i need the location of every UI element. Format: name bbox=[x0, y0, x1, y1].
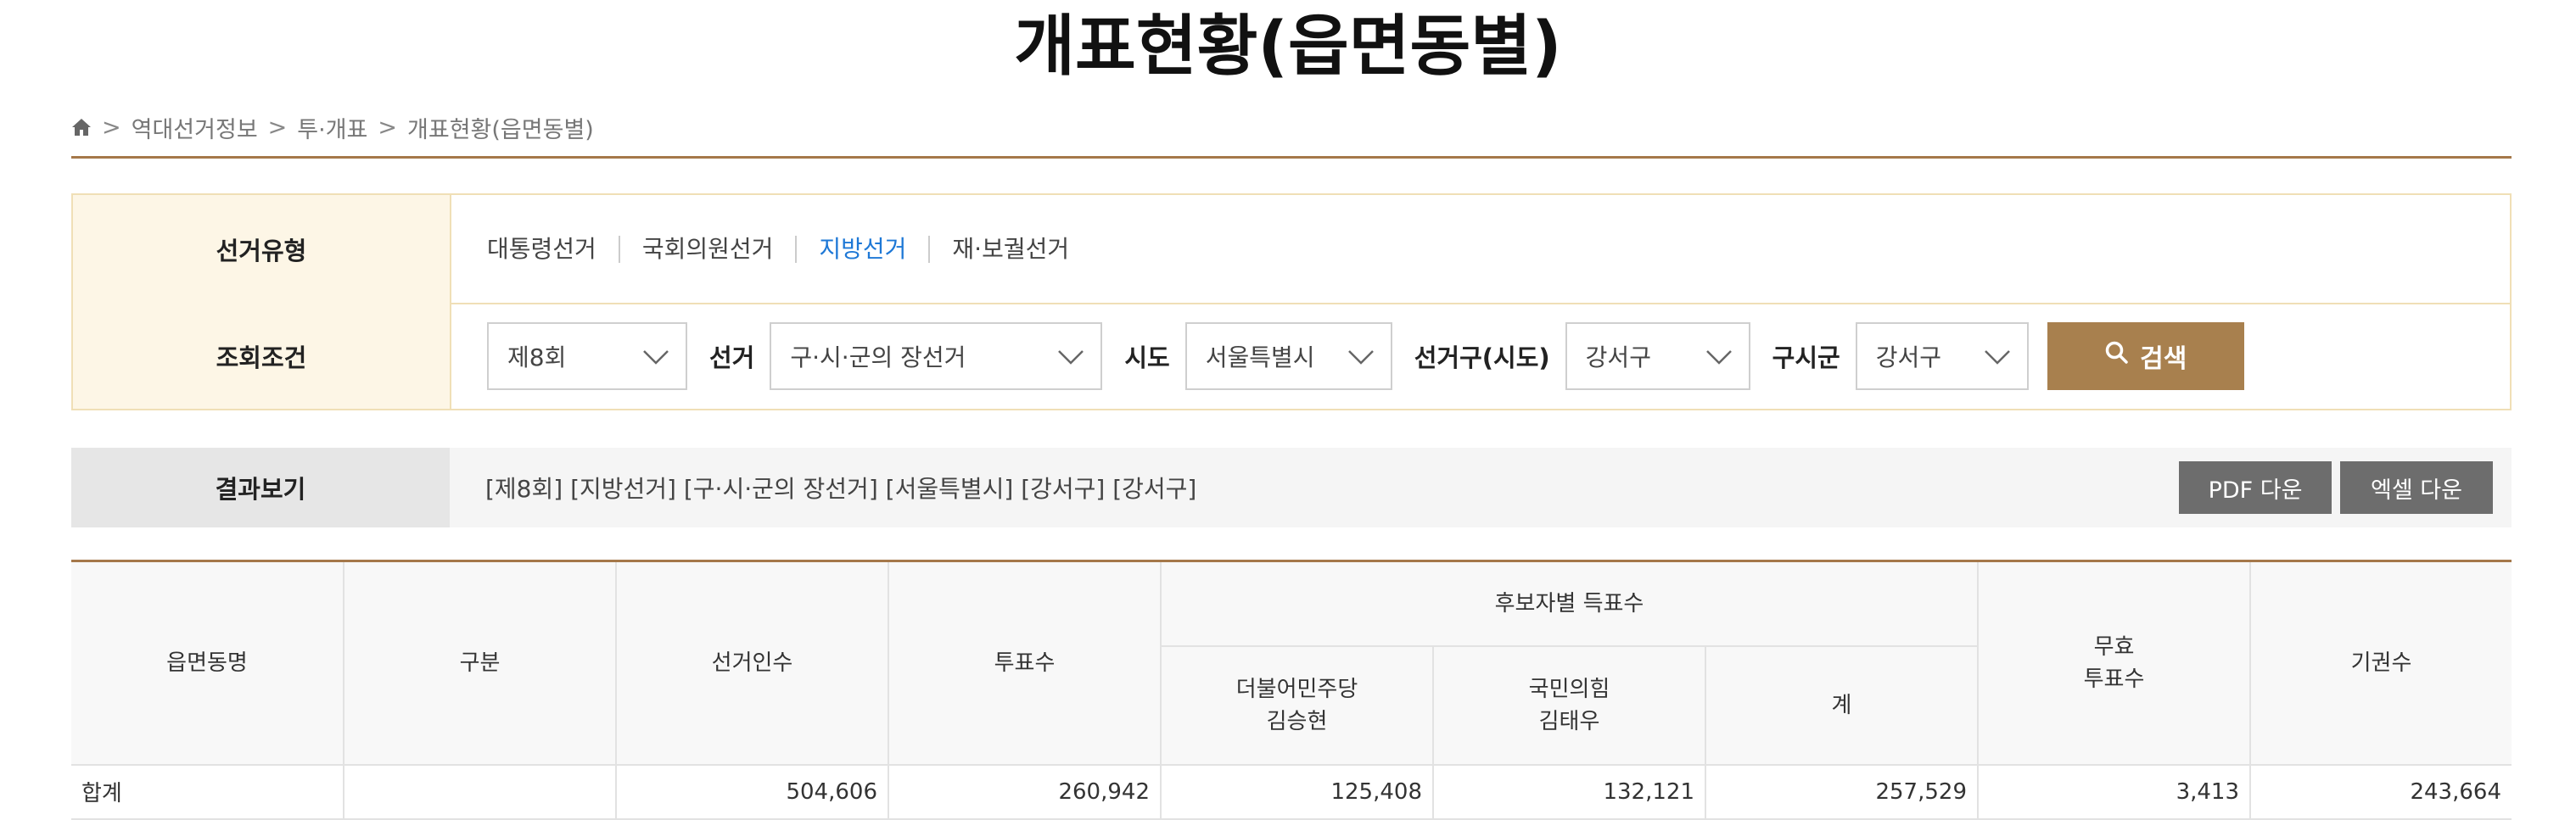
round-select[interactable]: 제8회 bbox=[487, 321, 687, 390]
cell-votes: 260,942 bbox=[888, 763, 1162, 820]
pdf-download-button[interactable]: PDF 다운 bbox=[2179, 461, 2332, 514]
header-candidate1-name: 김승현 bbox=[1266, 708, 1328, 734]
header-candidate2-party: 국민의힘 bbox=[1528, 676, 1610, 702]
excel-download-button[interactable]: 엑셀 다운 bbox=[2340, 461, 2493, 514]
chevron-down-icon bbox=[1347, 344, 1375, 376]
cell-category bbox=[343, 763, 617, 820]
election-type-by-election[interactable]: 재·보궐선거 bbox=[928, 235, 1091, 263]
breadcrumb-item-current[interactable]: 개표현황(읍면동별) bbox=[407, 111, 594, 144]
header-eupmyeondong: 읍면동명 bbox=[71, 561, 344, 766]
breadcrumb-separator: > bbox=[378, 114, 398, 141]
result-label: 결과보기 bbox=[71, 448, 450, 527]
cell-candidate2: 132,121 bbox=[1432, 763, 1706, 820]
header-invalid-line2: 투표수 bbox=[2083, 666, 2145, 692]
page-title: 개표현황(읍면동별) bbox=[1014, 8, 1562, 85]
chevron-down-icon bbox=[1705, 344, 1733, 376]
breadcrumb-separator: > bbox=[102, 114, 121, 141]
table-row: 합계 504,606 260,942 125,408 132,121 257,5… bbox=[71, 763, 2512, 820]
gusigun-label: 구시군 bbox=[1772, 343, 1840, 372]
election-label: 선거 bbox=[709, 343, 755, 372]
header-category: 구분 bbox=[343, 561, 617, 766]
header-divider bbox=[71, 156, 2512, 159]
header-invalid: 무효 투표수 bbox=[1977, 561, 2251, 766]
cell-abstention: 243,664 bbox=[2249, 763, 2512, 820]
home-icon[interactable] bbox=[71, 117, 92, 137]
round-select-value: 제8회 bbox=[507, 343, 567, 371]
chevron-down-icon bbox=[641, 344, 670, 376]
district-label: 선거구(시도) bbox=[1414, 343, 1550, 372]
search-panel: 선거유형 대통령선거 국회의원선거 지방선거 재·보궐선거 조회조건 제8회 선… bbox=[71, 193, 2512, 410]
election-type-presidential[interactable]: 대통령선거 bbox=[487, 235, 619, 263]
sido-select-value: 서울특별시 bbox=[1205, 343, 1315, 371]
condition-row: 조회조건 제8회 선거 구·시·군의 장선거 시도 서울특별시 선거구(시도) … bbox=[73, 303, 2510, 409]
condition-label: 조회조건 bbox=[73, 303, 451, 409]
election-type-links: 대통령선거 국회의원선거 지방선거 재·보궐선거 bbox=[451, 235, 1091, 263]
sido-label: 시도 bbox=[1124, 343, 1170, 372]
header-candidate1-party: 더불어민주당 bbox=[1235, 676, 1358, 702]
breadcrumb: > 역대선거정보 > 투·개표 > 개표현황(읍면동별) bbox=[71, 110, 594, 144]
breadcrumb-separator: > bbox=[267, 114, 288, 141]
sido-select[interactable]: 서울특별시 bbox=[1184, 321, 1392, 390]
header-electorate: 선거인수 bbox=[615, 561, 889, 766]
result-summary: [제8회] [지방선거] [구·시·군의 장선거] [서울특별시] [강서구] … bbox=[485, 475, 1197, 503]
breadcrumb-item-voting[interactable]: 투·개표 bbox=[297, 111, 367, 144]
district-select-value: 강서구 bbox=[1585, 343, 1651, 371]
cell-eupmyeondong: 합계 bbox=[71, 763, 344, 820]
header-candidate2: 국민의힘 김태우 bbox=[1432, 645, 1706, 766]
search-button[interactable]: 검색 bbox=[2047, 321, 2244, 390]
header-total: 계 bbox=[1705, 645, 1978, 766]
condition-controls: 제8회 선거 구·시·군의 장선거 시도 서울특별시 선거구(시도) 강서구 구… bbox=[451, 321, 2244, 390]
result-bar: 결과보기 [제8회] [지방선거] [구·시·군의 장선거] [서울특별시] [… bbox=[71, 448, 2512, 527]
search-icon bbox=[2104, 340, 2130, 372]
header-candidate-group: 후보자별 득표수 bbox=[1160, 561, 1979, 647]
header-candidate2-name: 김태우 bbox=[1538, 708, 1600, 734]
district-select[interactable]: 강서구 bbox=[1565, 321, 1750, 390]
page: 개표현황(읍면동별) > 역대선거정보 > 투·개표 > 개표현황(읍면동별) … bbox=[0, 0, 2576, 820]
election-type-label: 선거유형 bbox=[73, 195, 451, 303]
header-candidate1: 더불어민주당 김승현 bbox=[1161, 645, 1434, 766]
chevron-down-icon bbox=[1056, 344, 1085, 376]
header-votes: 투표수 bbox=[888, 561, 1162, 766]
cell-total: 257,529 bbox=[1705, 763, 1979, 820]
election-type-local[interactable]: 지방선거 bbox=[795, 235, 928, 263]
gusigun-select-value: 강서구 bbox=[1875, 343, 1941, 371]
election-type-national-assembly[interactable]: 국회의원선거 bbox=[618, 235, 796, 263]
election-type-row: 선거유형 대통령선거 국회의원선거 지방선거 재·보궐선거 bbox=[73, 195, 2510, 304]
results-table: 읍면동명 구분 선거인수 투표수 후보자별 득표수 무효 투표수 기권수 더불어… bbox=[71, 560, 2512, 820]
cell-electorate: 504,606 bbox=[615, 763, 889, 820]
header-abstention: 기권수 bbox=[2249, 561, 2512, 766]
cell-candidate1: 125,408 bbox=[1160, 763, 1434, 820]
chevron-down-icon bbox=[1983, 344, 2012, 376]
search-button-label: 검색 bbox=[2140, 344, 2187, 373]
cell-invalid: 3,413 bbox=[1977, 763, 2251, 820]
election-select[interactable]: 구·시·군의 장선거 bbox=[770, 321, 1103, 390]
election-select-value: 구·시·군의 장선거 bbox=[790, 343, 966, 371]
header-invalid-line1: 무효 bbox=[2093, 633, 2135, 660]
gusigun-select[interactable]: 강서구 bbox=[1855, 321, 2029, 390]
breadcrumb-item-history[interactable]: 역대선거정보 bbox=[132, 111, 258, 144]
